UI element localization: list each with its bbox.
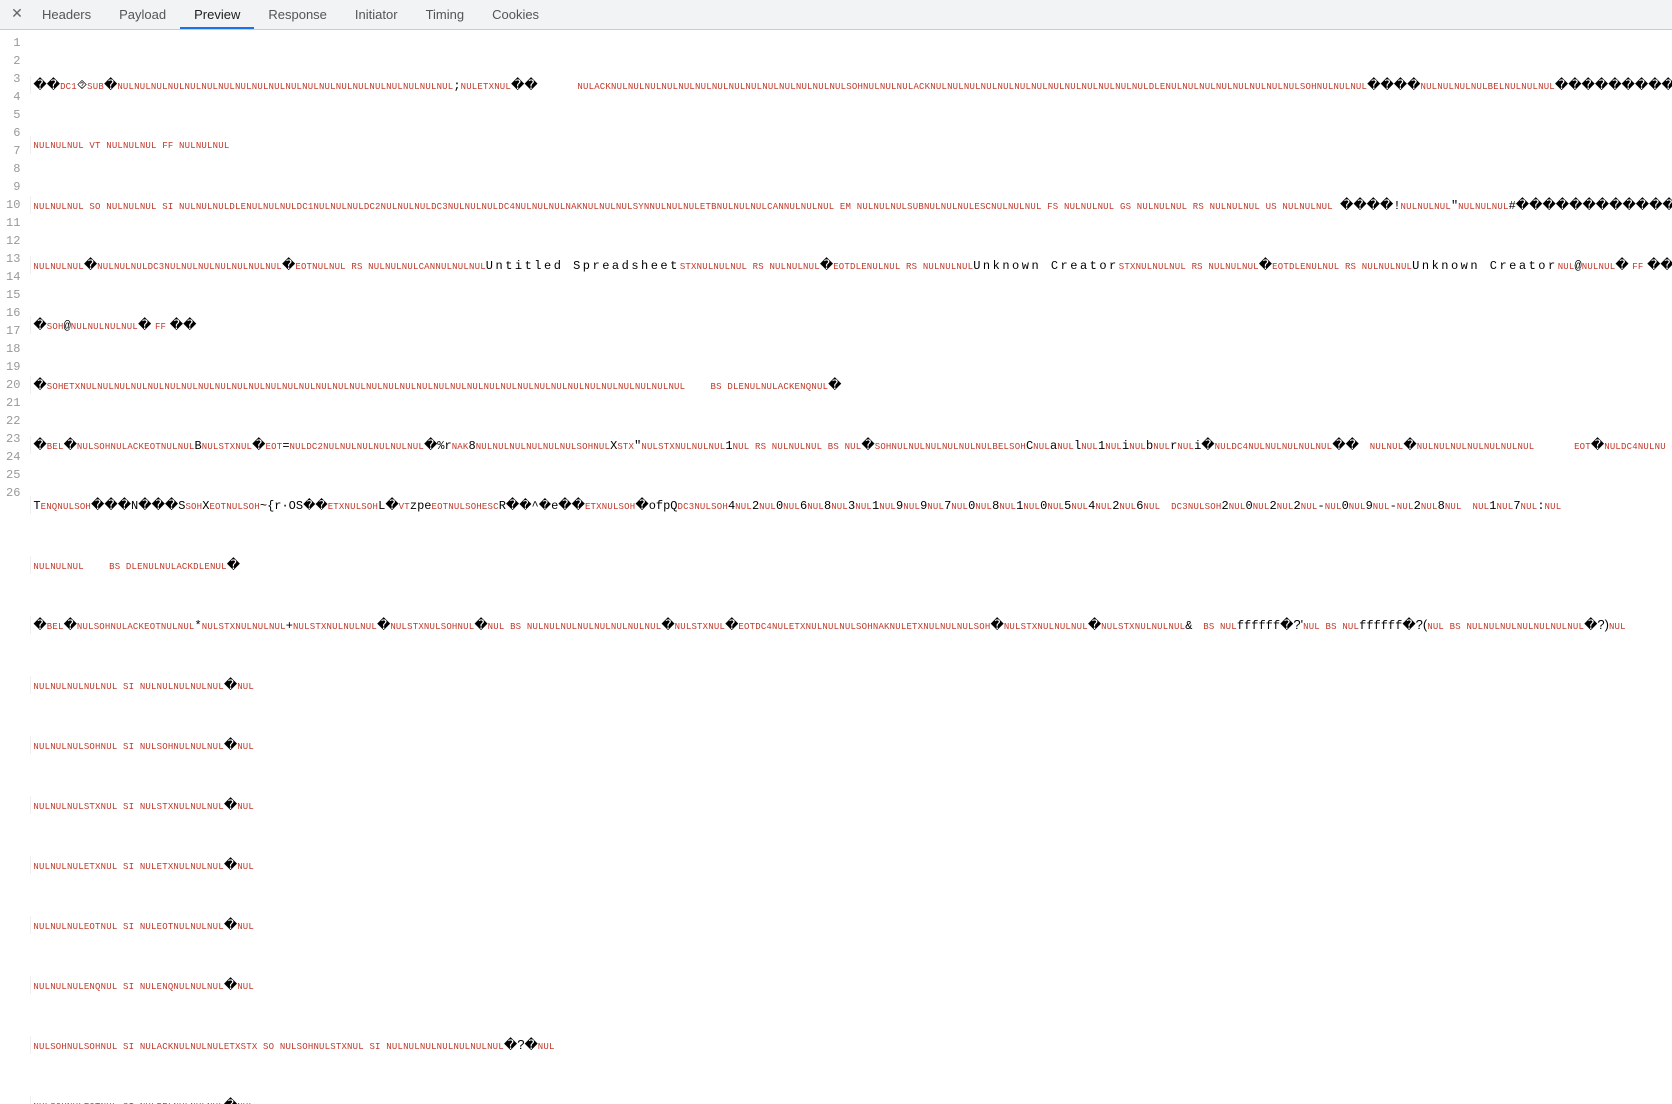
line-number: 13 (6, 250, 20, 268)
line-number: 8 (6, 160, 20, 178)
tab-bar: Headers Payload Preview Response Initiat… (28, 0, 553, 29)
line: �SOHETXNULNULNULNULNULNULNULNULNULNULNUL… (30, 376, 1672, 394)
line: NULNULNUL SO NULNULNUL SI NULNULNULDLENU… (30, 196, 1672, 214)
line: �BEL�NULSOHNULACKEOTNULNULBNULSTXNUL�EOT… (30, 436, 1672, 454)
line-number: 20 (6, 376, 20, 394)
line: ��DC1⯑SUB�NULNULNULNULNULNULNULNULNULNUL… (30, 76, 1672, 94)
line-number: 10 (6, 196, 20, 214)
line-number: 12 (6, 232, 20, 250)
line-number: 3 (6, 70, 20, 88)
line: NULNULNULEOTNUL SI NULEOTNULNULNUL�NUL (30, 916, 1672, 934)
line-number: 17 (6, 322, 20, 340)
line-number: 5 (6, 106, 20, 124)
tab-headers[interactable]: Headers (28, 0, 105, 29)
line: TENQNULSOH���N���SSOHXEOTNULSOH~{r·OS��E… (30, 496, 1672, 514)
line-number: 19 (6, 358, 20, 376)
line-number: 16 (6, 304, 20, 322)
line-number: 7 (6, 142, 20, 160)
line-number: 14 (6, 268, 20, 286)
close-icon[interactable]: ✕ (6, 0, 28, 29)
preview-content: 1 2 3 4 5 6 7 8 9 10 11 12 13 14 15 16 1… (0, 30, 1672, 1104)
binary-preview[interactable]: ��DC1⯑SUB�NULNULNULNULNULNULNULNULNULNUL… (30, 34, 1672, 1104)
tab-initiator[interactable]: Initiator (341, 0, 412, 29)
line-number: 26 (6, 484, 20, 502)
line-number: 15 (6, 286, 20, 304)
line: NULNULNUL BS DLENULNULACKDLENUL� (30, 556, 1672, 574)
line: NULNULNUL�NULNULNULDC3NULNULNULNULNULNUL… (30, 256, 1672, 274)
line: NULSOHNULEOTNUL SI NULBELNULNULNUL�NUL (30, 1096, 1672, 1104)
line: NULNULNULNULNUL SI NULNULNULNULNUL�NUL (30, 676, 1672, 694)
line-number: 25 (6, 466, 20, 484)
line: �BEL�NULSOHNULACKEOTNULNUL*NULSTXNULNULN… (30, 616, 1672, 634)
line: �SOH@NULNULNULNUL� FF �� (30, 316, 1672, 334)
line-number: 1 (6, 34, 20, 52)
network-panel-header: ✕ Headers Payload Preview Response Initi… (0, 0, 1672, 30)
line: NULNULNULETXNUL SI NULETXNULNULNUL�NUL (30, 856, 1672, 874)
line: NULNULNULSOHNUL SI NULSOHNULNULNUL�NUL (30, 736, 1672, 754)
line: NULNULNUL VT NULNULNUL FF NULNULNUL (30, 136, 1672, 154)
line-number: 9 (6, 178, 20, 196)
line-number: 4 (6, 88, 20, 106)
line-number: 21 (6, 394, 20, 412)
line-number: 18 (6, 340, 20, 358)
line-number: 11 (6, 214, 20, 232)
line: NULSOHNULSOHNUL SI NULACKNULNULNULETXSTX… (30, 1036, 1672, 1054)
tab-response[interactable]: Response (254, 0, 341, 29)
line-number: 24 (6, 448, 20, 466)
tab-preview[interactable]: Preview (180, 0, 254, 29)
tab-timing[interactable]: Timing (412, 0, 479, 29)
line-gutter: 1 2 3 4 5 6 7 8 9 10 11 12 13 14 15 16 1… (0, 34, 30, 502)
line-number: 23 (6, 430, 20, 448)
tab-payload[interactable]: Payload (105, 0, 180, 29)
line-number: 6 (6, 124, 20, 142)
tab-cookies[interactable]: Cookies (478, 0, 553, 29)
line: NULNULNULENQNUL SI NULENQNULNULNUL�NUL (30, 976, 1672, 994)
line-number: 22 (6, 412, 20, 430)
line-number: 2 (6, 52, 20, 70)
line: NULNULNULSTXNUL SI NULSTXNULNULNUL�NUL (30, 796, 1672, 814)
